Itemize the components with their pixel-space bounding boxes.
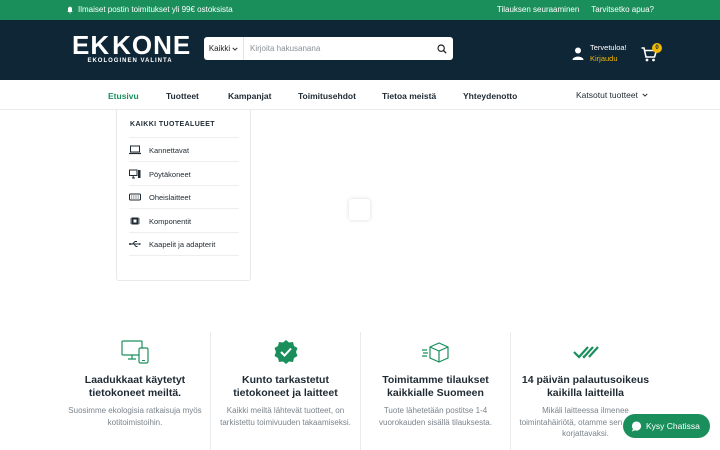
search-button[interactable] — [431, 37, 453, 60]
shipping-box-icon — [421, 342, 449, 363]
feature-title: Kunto tarkastetut tietokoneet ja laittee… — [233, 374, 338, 399]
search-input[interactable] — [244, 38, 431, 59]
feature-text: Suosimme ekologisia ratkaisuja myös koti… — [68, 406, 202, 427]
site-logo[interactable]: EK KONE EKOLOGINEN VALINTA — [72, 30, 192, 71]
search-category-label: Kaikki — [208, 44, 231, 53]
search-bar: Kaikki — [204, 37, 453, 60]
nav-item-about[interactable]: Tietoa meistä — [382, 91, 436, 101]
nav-item-delivery-terms[interactable]: Toimitusehdot — [298, 91, 356, 101]
logo-word-right: KONE — [112, 30, 192, 60]
category-menu-title: KAIKKI TUOTEALUEET — [130, 121, 215, 128]
promo-text: Ilmaiset postin toimitukset yli 99€ osto… — [78, 5, 233, 14]
help-link[interactable]: Tarvitsetko apua? — [591, 5, 654, 14]
double-check-icon — [572, 346, 599, 359]
feature-text: Kaikki meiltä lähtevät tuotteet, on tark… — [220, 406, 351, 427]
category-label: Komponentit — [149, 216, 192, 226]
category-item-components[interactable]: Komponentit — [129, 210, 239, 233]
laptop-icon — [129, 145, 141, 155]
feature-title: Laadukkaat käytetyt tietokoneet meiltä. — [84, 374, 186, 399]
feature-title: Toimitamme tilaukset kaikkialle Suomeen — [382, 374, 489, 399]
verified-badge-icon — [274, 340, 297, 364]
nav-item-contact[interactable]: Yhteydenotto — [463, 91, 517, 101]
order-tracking-link[interactable]: Tilauksen seuraaminen — [497, 5, 579, 14]
nav-item-home[interactable]: Etusivu — [108, 91, 139, 101]
category-item-cables[interactable]: Kaapelit ja adapterit — [129, 233, 239, 256]
chat-button-label: Kysy Chatissa — [646, 421, 700, 431]
promo-message: Ilmaiset postin toimitukset yli 99€ osto… — [66, 5, 233, 14]
cart-button[interactable]: 0 — [641, 43, 662, 63]
search-category-select[interactable]: Kaikki — [204, 37, 244, 60]
chevron-down-icon — [232, 47, 238, 51]
login-link[interactable]: Kirjaudu — [590, 53, 627, 64]
user-icon — [572, 47, 584, 60]
chevron-down-icon — [642, 93, 648, 97]
logo-tagline: EKOLOGINEN VALINTA — [87, 58, 173, 64]
cart-count-badge: 0 — [652, 43, 662, 53]
feature-title: 14 päivän palautusoikeus kaikilla laitte… — [521, 374, 650, 399]
feature-inspected: Kunto tarkastetut tietokoneet ja laittee… — [210, 332, 360, 450]
category-label: Oheislaitteet — [149, 192, 191, 202]
devices-icon — [121, 340, 149, 364]
keyboard-icon — [129, 193, 141, 201]
main-nav: Etusivu Tuotteet Kampanjat Toimitusehdot… — [0, 80, 720, 110]
divider — [129, 137, 239, 138]
viewed-products-dropdown[interactable]: Katsotut tuotteet — [576, 90, 648, 100]
category-menu: KAIKKI TUOTEALUEET Kannettavat Pöytäkone… — [116, 110, 251, 281]
nav-item-campaigns[interactable]: Kampanjat — [228, 91, 271, 101]
logo-word-left: EK — [72, 30, 111, 60]
feature-quality: Laadukkaat käytetyt tietokoneet meiltä. … — [60, 332, 210, 450]
category-label: Kaapelit ja adapterit — [149, 239, 216, 249]
feature-delivery: Toimitamme tilaukset kaikkialle Suomeen … — [360, 332, 510, 450]
chat-bubble-icon — [631, 420, 642, 432]
category-item-desktops[interactable]: Pöytäkoneet — [129, 163, 239, 186]
feature-text: Tuote lähetetään postitse 1-4 vuorokaude… — [379, 406, 492, 427]
search-icon — [437, 43, 447, 54]
viewed-products-label: Katsotut tuotteet — [576, 90, 638, 100]
account-greeting: Tervetuloa! — [590, 43, 627, 52]
usb-icon — [129, 241, 141, 247]
account-link[interactable]: Tervetuloa! Kirjaudu — [572, 42, 627, 64]
category-item-laptops[interactable]: Kannettavat — [129, 139, 239, 162]
chip-icon — [130, 217, 140, 225]
category-label: Pöytäkoneet — [149, 169, 191, 179]
desktop-icon — [129, 169, 141, 179]
loading-placeholder — [349, 199, 370, 220]
nav-item-products[interactable]: Tuotteet — [166, 91, 199, 101]
top-promo-bar: Ilmaiset postin toimitukset yli 99€ osto… — [0, 0, 720, 20]
bell-icon — [67, 6, 73, 13]
category-item-peripherals[interactable]: Oheislaitteet — [129, 186, 239, 209]
features-section: Laadukkaat käytetyt tietokoneet meiltä. … — [60, 332, 660, 450]
chat-button[interactable]: Kysy Chatissa — [623, 414, 710, 438]
category-label: Kannettavat — [149, 145, 190, 155]
